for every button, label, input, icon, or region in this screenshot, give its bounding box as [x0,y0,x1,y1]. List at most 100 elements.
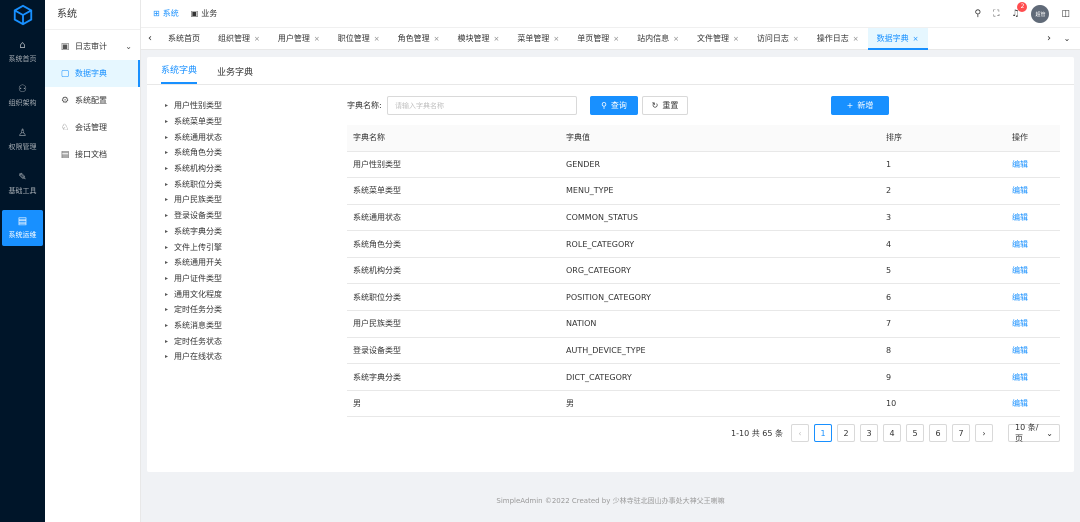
reset-button[interactable]: ↻ 重置 [642,96,688,115]
caret-right-icon[interactable]: ▸ [165,291,168,298]
caret-right-icon[interactable]: ▸ [165,196,168,203]
close-icon[interactable]: × [314,35,320,43]
top-tab-1[interactable]: ▣ 业务 [191,8,218,19]
close-icon[interactable]: × [434,35,440,43]
notification-bell-icon[interactable]: ♫ 2 [1011,2,1028,19]
sidebar-item-2[interactable]: ⚙ 系统配置 [45,87,140,114]
tree-item[interactable]: ▸ 系统机构分类 [165,161,335,177]
sidebar-item-1[interactable]: ▢ 数据字典 [45,60,140,87]
close-icon[interactable]: × [374,35,380,43]
page-number-button[interactable]: 2 [837,424,855,442]
caret-right-icon[interactable]: ▸ [165,165,168,172]
tree-item[interactable]: ▸ 用户民族类型 [165,192,335,208]
caret-right-icon[interactable]: ▸ [165,322,168,329]
tree-item[interactable]: ▸ 系统职位分类 [165,176,335,192]
close-icon[interactable]: × [853,35,859,43]
fullscreen-icon[interactable]: ⛶ [993,9,999,19]
caret-right-icon[interactable]: ▸ [165,338,168,345]
page-size-select[interactable]: 10 条/页 ⌄ [1008,423,1060,443]
rail-item-4[interactable]: ▤ 系统运维 [2,210,43,246]
close-icon[interactable]: × [494,35,500,43]
page-tab-12[interactable]: 数据字典 × [867,27,928,50]
page-tab-3[interactable]: 职位管理 × [329,28,389,50]
tabs-next-icon[interactable]: › [1040,33,1058,44]
close-icon[interactable]: × [793,35,799,43]
caret-right-icon[interactable]: ▸ [165,118,168,125]
rail-item-1[interactable]: ⚇ 组织架构 [0,74,45,118]
edit-link[interactable]: 编辑 [1012,346,1028,355]
sidebar-item-0[interactable]: ▣ 日志审计 ⌄ [45,33,140,60]
tree-item[interactable]: ▸ 用户在线状态 [165,349,335,365]
top-tab-0[interactable]: ⊞ 系统 [153,8,179,19]
edit-link[interactable]: 编辑 [1012,213,1028,222]
page-tab-4[interactable]: 角色管理 × [389,28,449,50]
rail-item-2[interactable]: ♙ 权限管理 [0,118,45,162]
close-icon[interactable]: × [613,35,619,43]
caret-right-icon[interactable]: ▸ [165,275,168,282]
search-icon[interactable]: ⚲ [975,9,982,19]
avatar[interactable]: 超管 [1031,5,1050,23]
caret-right-icon[interactable]: ▸ [165,102,168,109]
page-tab-0[interactable]: 系统首页 [159,28,209,50]
rail-item-0[interactable]: ⌂ 系统首页 [0,30,45,74]
page-number-button[interactable]: 7 [952,424,970,442]
tabs-more-icon[interactable]: ⌄ [1058,34,1076,43]
page-number-button[interactable]: 1 [814,424,832,442]
page-tab-6[interactable]: 菜单管理 × [508,28,568,50]
tree-item[interactable]: ▸ 定时任务分类 [165,302,335,318]
layout-icon[interactable]: ◫ [1061,9,1070,19]
close-icon[interactable]: × [673,35,679,43]
page-tab-8[interactable]: 站内信息 × [628,28,688,50]
caret-right-icon[interactable]: ▸ [165,244,168,251]
tree-item[interactable]: ▸ 系统菜单类型 [165,114,335,130]
edit-link[interactable]: 编辑 [1012,266,1028,275]
subtab-1[interactable]: 业务字典 [217,65,253,84]
sidebar-item-3[interactable]: ♘ 会话管理 [45,114,140,141]
edit-link[interactable]: 编辑 [1012,240,1028,249]
caret-right-icon[interactable]: ▸ [165,134,168,141]
page-number-button[interactable]: 5 [906,424,924,442]
page-number-button[interactable]: 4 [883,424,901,442]
rail-item-3[interactable]: ✎ 基础工具 [0,162,45,206]
page-tab-5[interactable]: 模块管理 × [449,28,509,50]
page-tab-1[interactable]: 组织管理 × [209,28,269,50]
tabs-prev-icon[interactable]: ‹ [141,33,159,44]
page-tab-2[interactable]: 用户管理 × [269,28,329,50]
query-button[interactable]: ⚲ 查询 [590,96,638,115]
page-tab-7[interactable]: 单页管理 × [568,28,628,50]
close-icon[interactable]: × [913,35,919,43]
page-number-button[interactable]: 6 [929,424,947,442]
app-logo[interactable] [0,0,45,30]
prev-page-icon[interactable]: ‹ [791,424,809,442]
page-tab-10[interactable]: 访问日志 × [748,28,808,50]
edit-link[interactable]: 编辑 [1012,186,1028,195]
edit-link[interactable]: 编辑 [1012,399,1028,408]
edit-link[interactable]: 编辑 [1012,293,1028,302]
edit-link[interactable]: 编辑 [1012,319,1028,328]
tree-item[interactable]: ▸ 通用文化程度 [165,286,335,302]
tree-item[interactable]: ▸ 系统字典分类 [165,224,335,240]
page-tab-11[interactable]: 操作日志 × [808,28,868,50]
dictionary-name-input[interactable] [387,96,577,115]
tree-item[interactable]: ▸ 系统角色分类 [165,145,335,161]
next-page-icon[interactable]: › [975,424,993,442]
caret-right-icon[interactable]: ▸ [165,306,168,313]
add-button[interactable]: + 新增 [831,96,889,115]
tree-item[interactable]: ▸ 系统通用开关 [165,255,335,271]
tree-item[interactable]: ▸ 定时任务状态 [165,333,335,349]
page-tab-9[interactable]: 文件管理 × [688,28,748,50]
edit-link[interactable]: 编辑 [1012,160,1028,169]
caret-right-icon[interactable]: ▸ [165,228,168,235]
tree-item[interactable]: ▸ 登录设备类型 [165,208,335,224]
caret-right-icon[interactable]: ▸ [165,353,168,360]
close-icon[interactable]: × [553,35,559,43]
tree-item[interactable]: ▸ 用户性别类型 [165,98,335,114]
tree-item[interactable]: ▸ 系统通用状态 [165,129,335,145]
tree-item[interactable]: ▸ 文件上传引擎 [165,239,335,255]
sidebar-item-4[interactable]: ▤ 接口文档 [45,141,140,168]
subtab-0[interactable]: 系统字典 [161,63,198,84]
tree-item[interactable]: ▸ 用户证件类型 [165,271,335,287]
close-icon[interactable]: × [254,35,260,43]
page-number-button[interactable]: 3 [860,424,878,442]
caret-right-icon[interactable]: ▸ [165,212,168,219]
